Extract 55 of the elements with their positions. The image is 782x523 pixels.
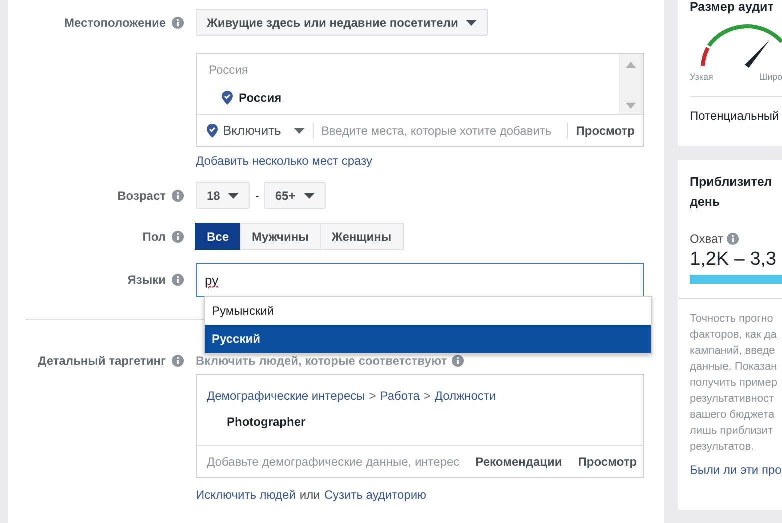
field-label: Детальный таргетинг (38, 354, 166, 368)
scroll-up-icon[interactable] (626, 62, 636, 68)
group-title: Россия (209, 63, 250, 77)
field-label: Языки (128, 273, 166, 287)
field-label: Возраст (118, 188, 166, 202)
age-separator: - (255, 188, 260, 202)
field-label: Местоположение (64, 16, 166, 30)
info-icon (172, 230, 184, 242)
potential-reach-label: Потенциальный (690, 109, 780, 123)
breadcrumb-link[interactable]: Должности (434, 389, 496, 403)
field-label: Пол (142, 230, 166, 244)
language-option[interactable]: Румынский (205, 297, 651, 325)
browse-button[interactable]: Просмотр (578, 454, 638, 468)
gauge-label: Узкая (690, 72, 714, 82)
map-pin-icon (222, 91, 233, 105)
age-min-dropdown[interactable]: 18 (196, 182, 250, 209)
gauge-label: Широ (759, 72, 782, 82)
info-icon (172, 274, 184, 286)
language-option[interactable]: Русский (205, 325, 651, 353)
breadcrumb-separator: > (424, 389, 431, 403)
breadcrumb-link[interactable]: Демографические интересы (207, 389, 366, 403)
feedback-link[interactable]: Были ли эти про (690, 463, 782, 477)
exclude-link[interactable]: Исключить людей (196, 488, 296, 502)
age-max-dropdown[interactable]: 65+ (264, 182, 326, 209)
targeting-item: Photographer (226, 415, 307, 429)
caret-icon (304, 192, 315, 198)
estimate-note: Точность прогно факторов, как да кампаний, введе данные. Показан получить пример результативност вашего бюджета лишь приблизит результатов. (690, 312, 778, 455)
card-title: Приблизител день (690, 174, 774, 211)
info-icon (727, 233, 740, 245)
location-mode-dropdown[interactable]: Живущие здесь или недавние посетители (196, 9, 488, 36)
info-icon (172, 16, 184, 28)
scroll-down-icon[interactable] (626, 103, 636, 109)
scrollbar[interactable] (619, 54, 643, 114)
info-icon (172, 190, 184, 202)
or-text: или (300, 488, 320, 502)
info-icon (172, 354, 184, 366)
bulk-add-link[interactable]: Добавить несколько мест сразу (196, 154, 372, 168)
reach-label: Охват (690, 232, 724, 246)
map-pin-icon (207, 124, 218, 138)
gender-tab[interactable]: Мужчины (240, 223, 321, 250)
targeting-caption: Включить людей, которые соответствуют (196, 354, 448, 368)
selected-location: Россия (239, 91, 282, 105)
include-dropdown[interactable]: Включить (207, 123, 305, 138)
breadcrumb-separator: > (369, 389, 376, 403)
gender-tab[interactable]: Женщины (320, 223, 404, 250)
reach-value: 1,2K – 3,3 (690, 249, 778, 271)
breadcrumb-link[interactable]: Работа (380, 389, 420, 403)
suggestions-button[interactable]: Рекомендации (476, 454, 562, 468)
narrow-link[interactable]: Сузить аудиторию (324, 488, 427, 502)
caret-icon (294, 128, 305, 134)
caret-icon (228, 192, 240, 198)
gender-tab[interactable]: Все (195, 223, 242, 250)
browse-button[interactable]: Просмотр (576, 124, 635, 138)
card-title: Размер аудит (690, 0, 775, 14)
caret-icon (466, 20, 478, 26)
